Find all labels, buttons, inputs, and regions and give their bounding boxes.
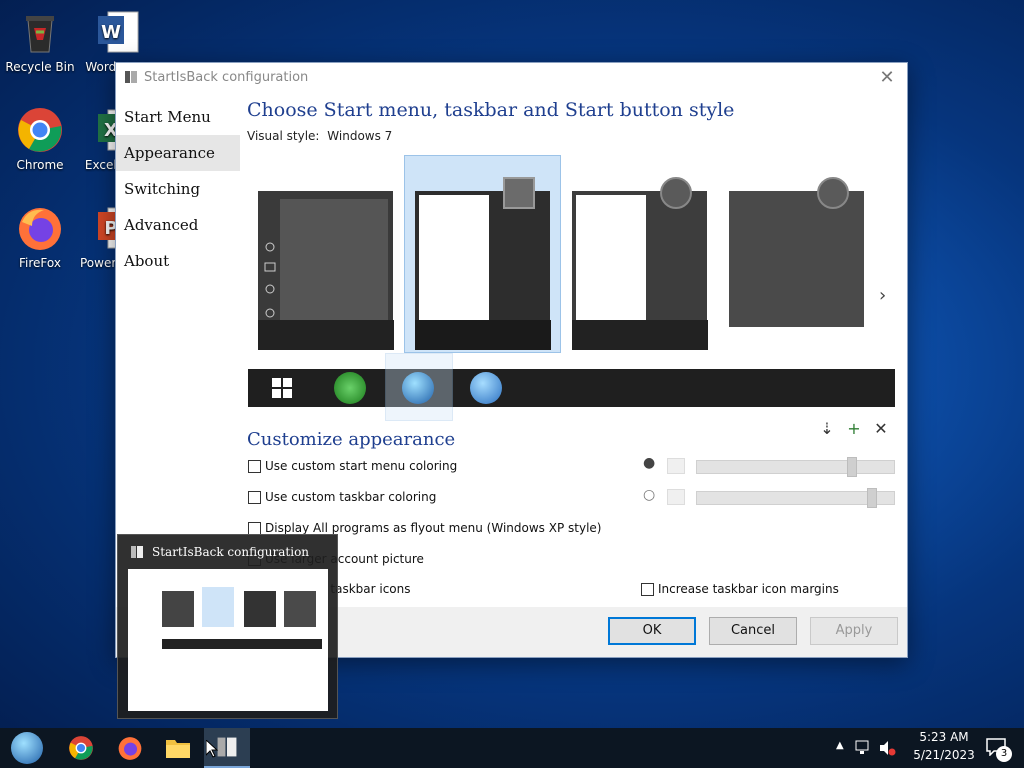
transparency-drop-icon: ○ bbox=[643, 487, 656, 503]
option-label: Use custom start menu coloring bbox=[265, 459, 458, 473]
taskbar-style-2[interactable] bbox=[415, 320, 551, 350]
checkbox[interactable] bbox=[248, 521, 261, 535]
desktop-icon-recycle-bin[interactable]: Recycle Bin bbox=[2, 8, 78, 74]
clock-date[interactable]: 5/21/2023 bbox=[908, 748, 980, 762]
volume-muted-icon[interactable] bbox=[878, 739, 896, 757]
desktop-icon-chrome[interactable]: Chrome bbox=[2, 106, 78, 172]
windows7-orb-icon bbox=[11, 732, 43, 764]
chrome-icon bbox=[69, 736, 93, 760]
page-title: Choose Start menu, taskbar and Start but… bbox=[247, 99, 735, 121]
checkbox[interactable] bbox=[641, 582, 654, 596]
tile-grid bbox=[280, 199, 388, 323]
visual-style-line: Visual style: Windows 7 bbox=[247, 129, 897, 143]
chrome-icon bbox=[16, 106, 64, 154]
taskbar-opacity-slider[interactable] bbox=[696, 488, 895, 508]
side-icons bbox=[264, 241, 276, 321]
windows-taskbar: ▲ 5:23 AM 5/21/2023 3 bbox=[0, 728, 1024, 768]
option-label: Increase taskbar icon margins bbox=[658, 582, 839, 596]
appearance-panel: Choose Start menu, taskbar and Start but… bbox=[247, 99, 897, 659]
network-icon[interactable] bbox=[854, 739, 872, 757]
apply-button[interactable]: Apply bbox=[810, 617, 898, 645]
opacity-drop-icon: ● bbox=[643, 455, 656, 471]
firefox-icon bbox=[118, 737, 142, 760]
nav-item-advanced[interactable]: Advanced bbox=[116, 207, 240, 243]
recycle-bin-icon bbox=[16, 8, 64, 56]
clock-time[interactable]: 5:23 AM bbox=[908, 730, 980, 744]
system-tray: ▲ 5:23 AM 5/21/2023 3 bbox=[824, 728, 1024, 768]
folder-icon bbox=[166, 740, 190, 758]
start-menu-color-swatch[interactable] bbox=[667, 458, 685, 474]
user-avatar-icon bbox=[503, 177, 535, 209]
taskbar-color-swatch[interactable] bbox=[667, 489, 685, 505]
cancel-button[interactable]: Cancel bbox=[709, 617, 797, 645]
clover-orb-icon[interactable] bbox=[334, 372, 366, 404]
svg-text:W: W bbox=[101, 22, 121, 43]
visual-style-label: Visual style: bbox=[247, 129, 320, 143]
notifications-button[interactable]: 3 bbox=[984, 734, 1014, 762]
firefox-icon bbox=[16, 204, 64, 252]
thumbnail-title: StartIsBack configuration bbox=[152, 545, 310, 559]
thumbnail-image bbox=[128, 569, 328, 711]
download-icon[interactable]: ⇣ bbox=[817, 419, 837, 438]
close-icon[interactable]: ✕ bbox=[875, 67, 899, 88]
word-icon: W bbox=[94, 8, 142, 56]
desktop-icon-label: Chrome bbox=[16, 158, 64, 172]
delete-icon[interactable]: ✕ bbox=[871, 419, 891, 438]
mouse-cursor-icon bbox=[206, 740, 218, 758]
nav-item-appearance[interactable]: Appearance bbox=[116, 135, 240, 171]
option-custom-taskbar-coloring[interactable]: Use custom taskbar coloring bbox=[248, 490, 436, 504]
visual-style-value: Windows 7 bbox=[327, 129, 393, 143]
nav-item-about[interactable]: About bbox=[116, 243, 240, 279]
user-avatar-icon bbox=[817, 177, 849, 209]
ok-button[interactable]: OK bbox=[608, 617, 696, 645]
next-styles-arrow-icon[interactable]: › bbox=[879, 285, 886, 306]
windows-logo-icon[interactable] bbox=[272, 378, 292, 398]
option-custom-start-menu-coloring[interactable]: Use custom start menu coloring bbox=[248, 459, 457, 473]
taskbar-chrome-button[interactable] bbox=[58, 728, 104, 768]
option-increase-icon-margins[interactable]: Increase taskbar icon margins bbox=[641, 582, 839, 596]
notification-count-badge: 3 bbox=[996, 746, 1012, 762]
style-tile-windows-8-plain[interactable] bbox=[729, 177, 864, 327]
desktop-icon-label: FireFox bbox=[19, 256, 61, 270]
tile-menu-pane bbox=[576, 195, 646, 323]
taskbar-firefox-button[interactable] bbox=[107, 728, 153, 768]
start-menu-opacity-slider[interactable] bbox=[696, 457, 895, 477]
slider-thumb[interactable] bbox=[867, 488, 877, 508]
app-icon bbox=[131, 546, 143, 558]
taskbar-style-1[interactable] bbox=[258, 320, 394, 350]
nav-item-switching[interactable]: Switching bbox=[116, 171, 240, 207]
option-label: Display All programs as flyout menu (Win… bbox=[265, 521, 602, 535]
nav-item-start-menu[interactable]: Start Menu bbox=[116, 99, 240, 135]
app-icon bbox=[217, 737, 237, 757]
start-orb-button[interactable] bbox=[4, 728, 50, 768]
windows-classic-orb-icon[interactable] bbox=[470, 372, 502, 404]
option-label: Use custom taskbar coloring bbox=[265, 490, 437, 504]
start-button-style-row bbox=[248, 353, 895, 421]
app-icon bbox=[125, 71, 137, 83]
customize-heading: Customize appearance bbox=[247, 429, 456, 450]
style-tile-windows-7[interactable] bbox=[415, 177, 550, 327]
dialog-title: StartIsBack configuration bbox=[144, 69, 309, 85]
style-tile-windows-8[interactable] bbox=[572, 177, 707, 327]
dialog-titlebar[interactable]: StartIsBack configuration ✕ bbox=[116, 63, 907, 91]
desktop-icon-firefox[interactable]: FireFox bbox=[2, 204, 78, 270]
taskbar-file-explorer-button[interactable] bbox=[155, 728, 201, 768]
user-avatar-icon bbox=[660, 177, 692, 209]
taskbar-thumbnail-preview[interactable]: StartIsBack configuration bbox=[117, 534, 338, 719]
checkbox[interactable] bbox=[248, 459, 261, 473]
windows7-orb-icon[interactable] bbox=[402, 372, 434, 404]
settings-nav: Start Menu Appearance Switching Advanced… bbox=[116, 99, 240, 279]
option-flyout-all-programs[interactable]: Display All programs as flyout menu (Win… bbox=[248, 521, 601, 535]
slider-thumb[interactable] bbox=[847, 457, 857, 477]
add-icon[interactable]: + bbox=[844, 419, 864, 438]
style-tile-windows-10[interactable] bbox=[258, 191, 393, 327]
checkbox[interactable] bbox=[248, 490, 261, 504]
desktop-icon-label: Recycle Bin bbox=[5, 60, 75, 74]
tile-menu-pane bbox=[419, 195, 489, 323]
show-hidden-icons-chevron-icon[interactable]: ▲ bbox=[836, 740, 844, 751]
taskbar-style-3[interactable] bbox=[572, 320, 708, 350]
